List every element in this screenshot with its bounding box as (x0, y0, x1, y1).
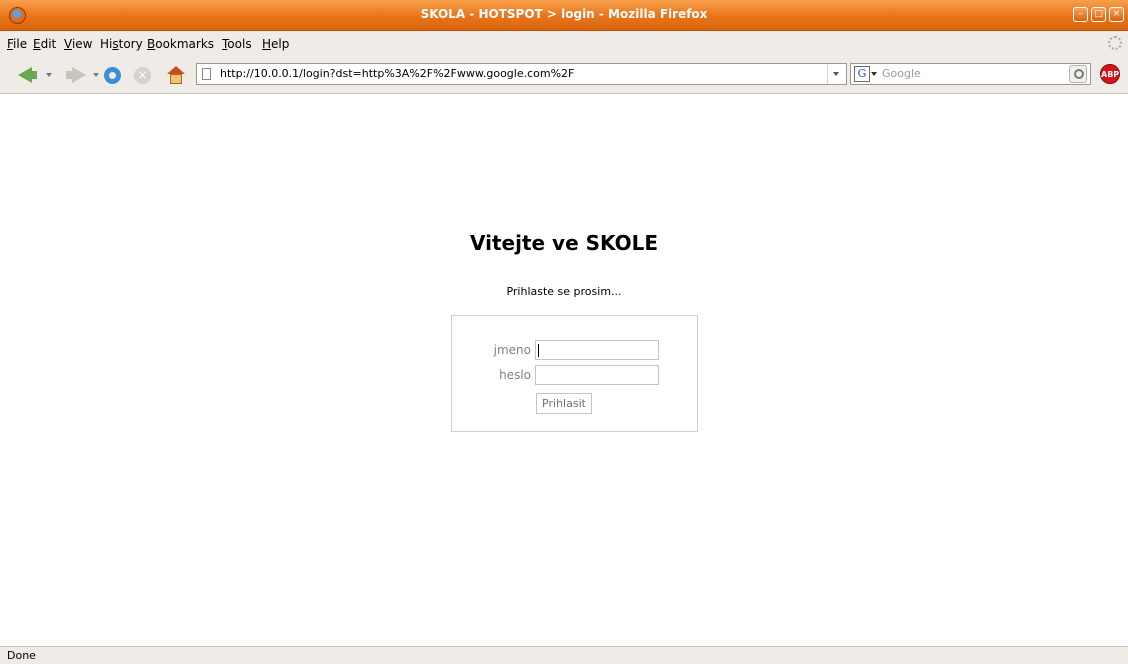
status-text: Done (7, 649, 36, 662)
adblock-icon[interactable]: ABP (1100, 64, 1120, 84)
menu-file[interactable]: File (7, 37, 27, 51)
search-engine-dropdown[interactable] (871, 72, 877, 76)
back-arrow-tail (31, 71, 37, 79)
google-icon[interactable]: G (854, 66, 870, 82)
url-history-dropdown[interactable] (827, 64, 846, 84)
maximize-button[interactable]: □ (1091, 7, 1106, 22)
menu-view[interactable]: View (64, 37, 92, 51)
status-bar: Done (0, 646, 1128, 664)
back-history-dropdown[interactable] (46, 73, 52, 77)
window-titlebar: SKOLA - HOTSPOT > login - Mozilla Firefo… (0, 0, 1128, 31)
stop-icon[interactable]: × (134, 67, 151, 84)
password-label: heslo (499, 368, 531, 382)
search-placeholder[interactable]: Google (882, 67, 921, 80)
url-text[interactable]: http://10.0.0.1/login?dst=http%3A%2F%2Fw… (220, 67, 574, 80)
url-bar[interactable]: http://10.0.0.1/login?dst=http%3A%2F%2Fw… (196, 63, 847, 85)
close-button[interactable]: × (1109, 7, 1124, 22)
forward-history-dropdown[interactable] (93, 73, 99, 77)
text-caret (538, 344, 539, 357)
menu-help[interactable]: Help (262, 37, 289, 51)
forward-icon[interactable] (72, 67, 86, 83)
home-body (170, 74, 182, 84)
username-label: jmeno (493, 343, 531, 357)
reload-icon[interactable] (104, 67, 121, 84)
password-field[interactable] (535, 365, 659, 385)
menu-history[interactable]: History (100, 37, 143, 51)
menu-bookmarks[interactable]: Bookmarks (147, 37, 214, 51)
search-bar[interactable]: G Google (850, 63, 1091, 85)
login-button[interactable]: Prihlasit (536, 393, 592, 414)
page-title: Vitejte ve SKOLE (469, 231, 659, 255)
home-roof (167, 66, 185, 74)
page-content: Vitejte ve SKOLE Prihlaste se prosim... … (0, 94, 1128, 646)
minimize-button[interactable]: – (1073, 7, 1088, 22)
home-icon[interactable] (167, 66, 185, 84)
username-field[interactable] (535, 340, 659, 360)
window-title: SKOLA - HOTSPOT > login - Mozilla Firefo… (420, 7, 708, 21)
throbber-icon (1108, 36, 1122, 50)
menu-bar: File Edit View History Bookmarks Tools H… (0, 31, 1128, 56)
login-form: jmeno heslo Prihlasit (451, 315, 698, 432)
search-icon[interactable] (1069, 65, 1087, 83)
menu-edit[interactable]: Edit (33, 37, 56, 51)
login-subtitle: Prihlaste se prosim... (506, 285, 622, 298)
back-icon[interactable] (18, 67, 32, 83)
menu-tools[interactable]: Tools (222, 37, 252, 51)
page-icon (202, 68, 211, 80)
window-controls: – □ × (1073, 7, 1124, 22)
